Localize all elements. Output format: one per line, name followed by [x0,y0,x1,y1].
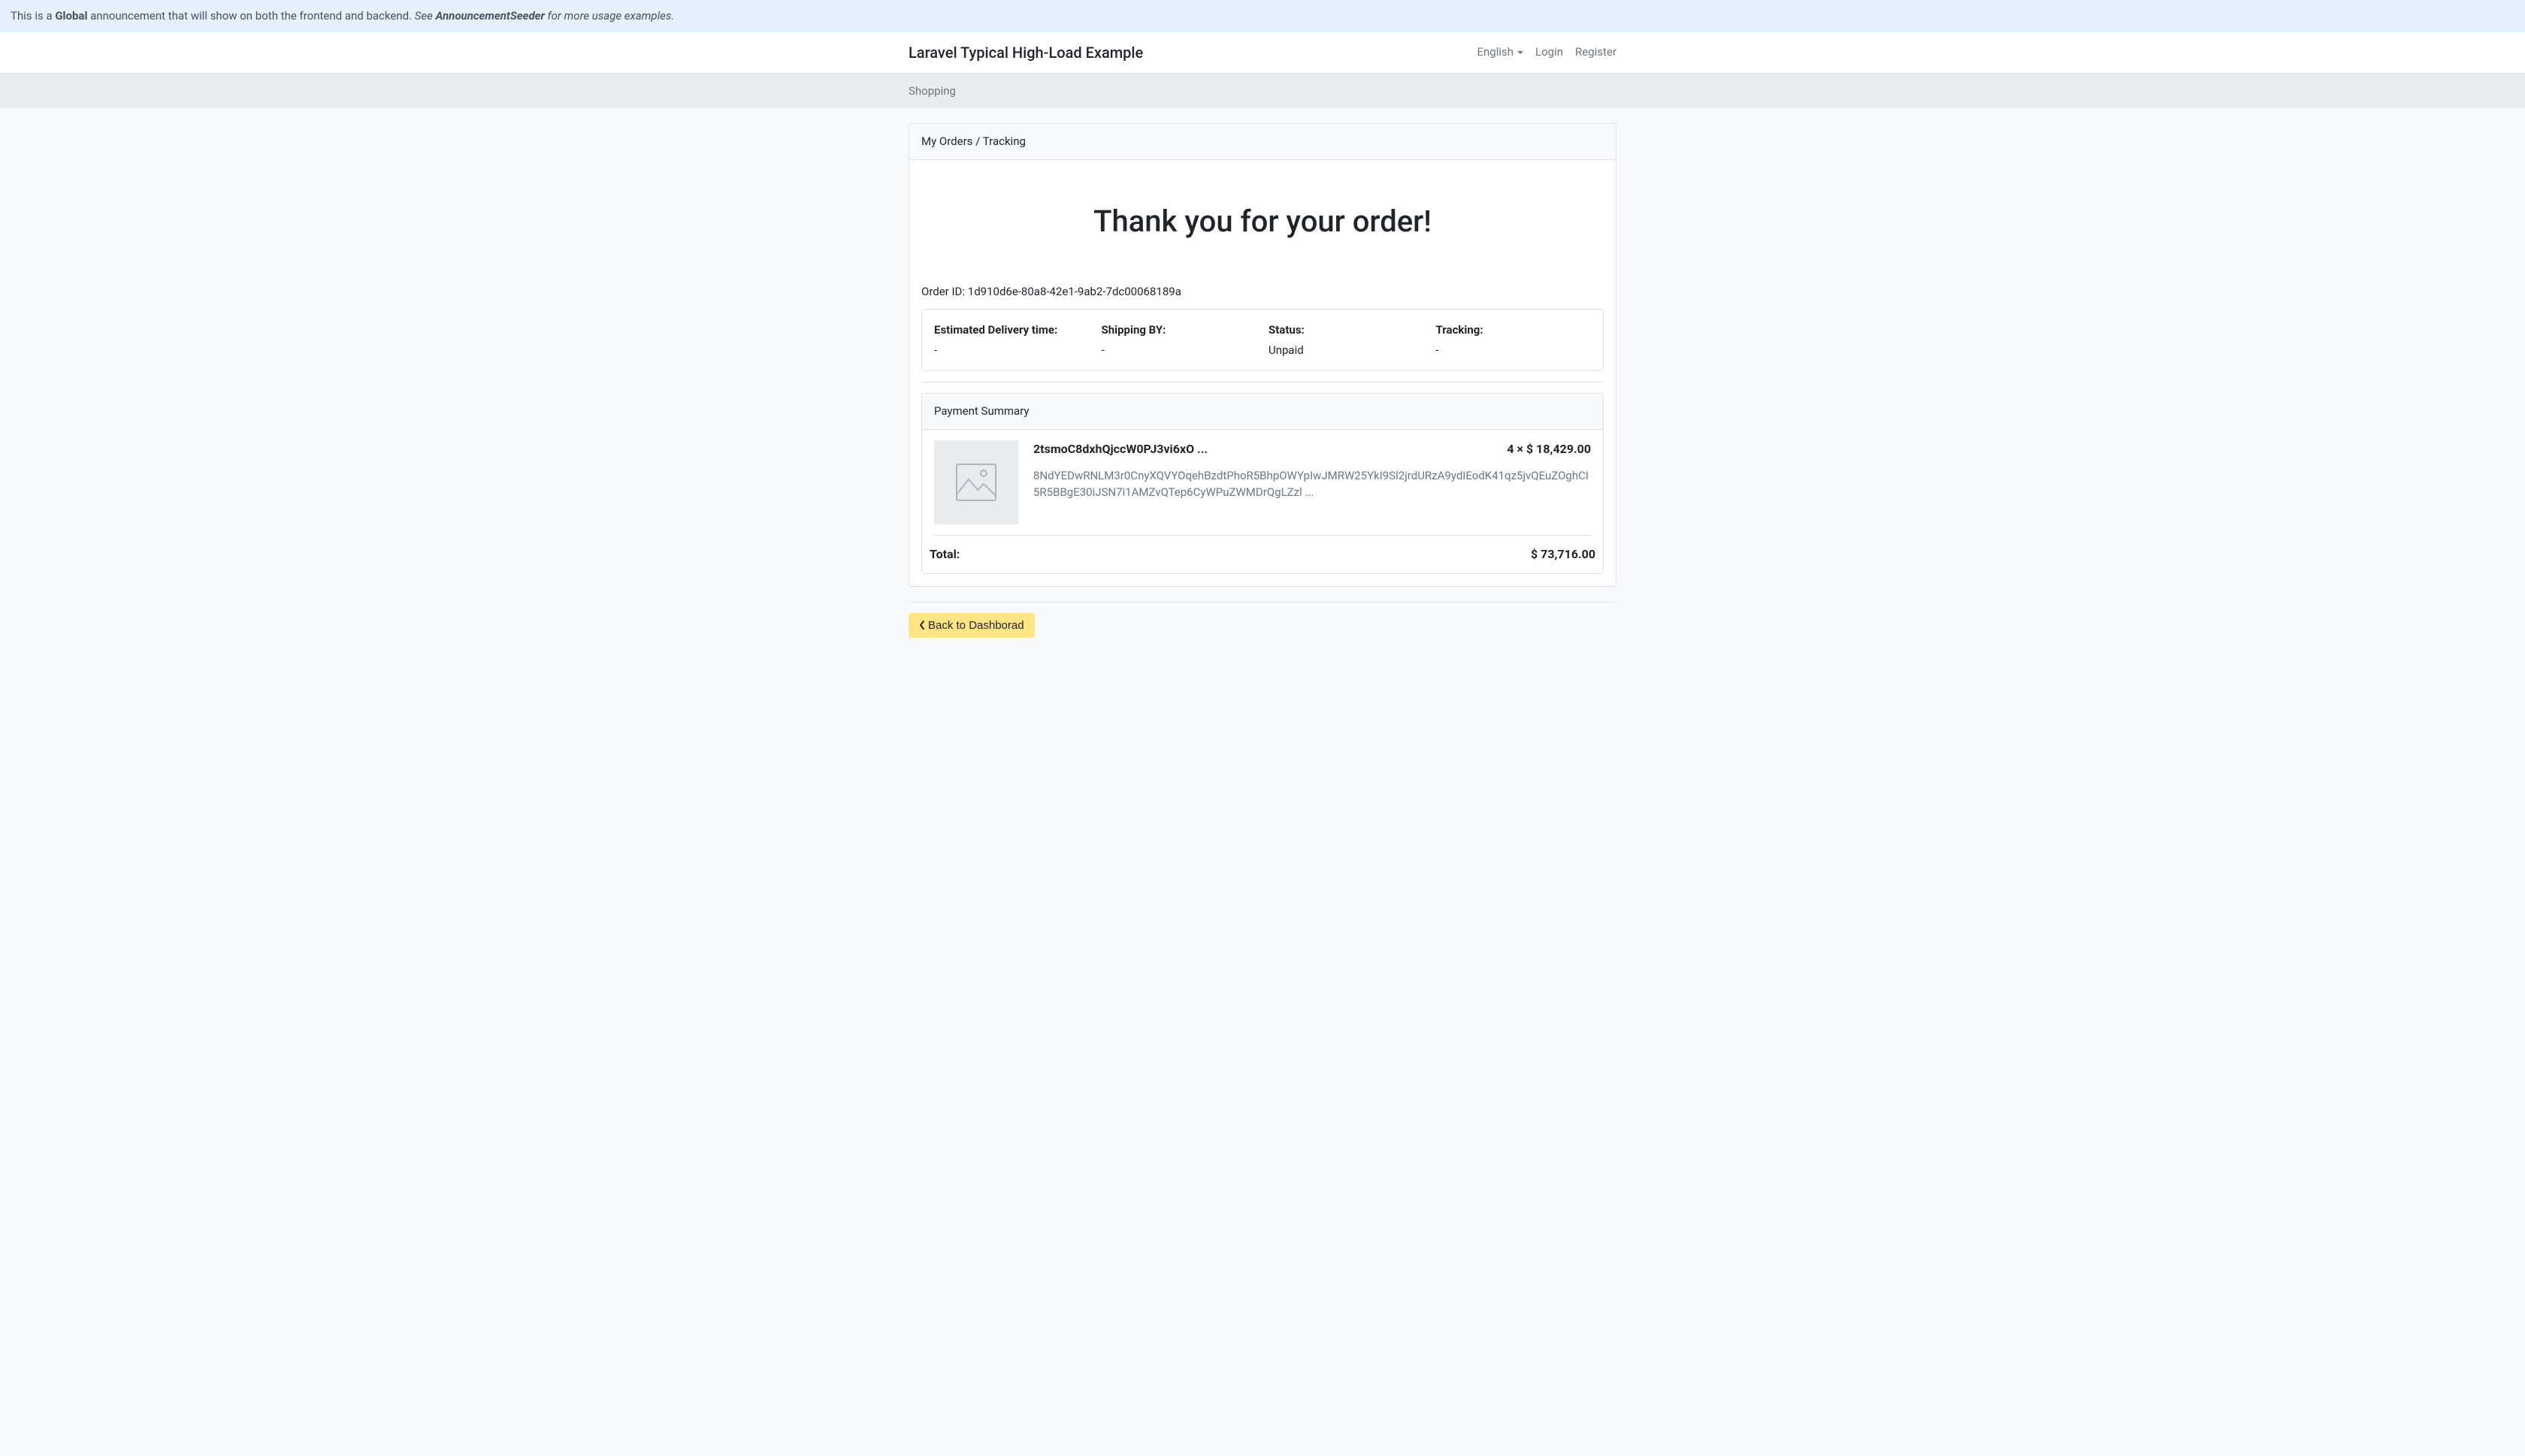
language-dropdown[interactable]: English [1477,44,1524,61]
login-link[interactable]: Login [1535,44,1563,61]
chevron-left-icon [919,620,925,630]
shipping-value: - [1102,342,1257,359]
order-id: Order ID: 1d910d6e-80a8-42e1-9ab2-7dc000… [921,283,1604,301]
announcement-em: See AnnouncementSeeder for more usage ex… [415,9,674,23]
navbar: Laravel Typical High-Load Example Englis… [0,32,2525,74]
payment-header: Payment Summary [922,394,1603,430]
back-to-dashboard-button[interactable]: Back to Dashborad [909,613,1035,638]
announcement-mid: announcement that will show on both the … [87,9,414,23]
delivery-col: Estimated Delivery time: - [934,322,1090,358]
back-button-label: Back to Dashborad [928,619,1024,632]
total-row: Total: $ 73,716.00 [922,536,1603,573]
thank-you-heading: Thank you for your order! [921,199,1604,244]
card-header: My Orders / Tracking [909,124,1616,160]
secondary-nav: Shopping [0,74,2525,109]
item-title: 2tsmoC8dxhQjccW0PJ3vi6xO ... [1033,440,1208,458]
delivery-value: - [934,342,1090,359]
status-label: Status: [1269,322,1424,339]
shipping-label: Shipping BY: [1102,322,1257,339]
announcement-text: This is a [11,9,55,23]
announcement-bold: Global [55,9,87,23]
announcement-banner: This is a Global announcement that will … [0,0,2525,32]
tracking-label: Tracking: [1436,322,1592,339]
register-link[interactable]: Register [1575,44,1616,61]
tracking-col: Tracking: - [1436,322,1592,358]
total-value: $ 73,716.00 [1531,545,1595,563]
page-divider [909,602,1616,603]
status-col: Status: Unpaid [1269,322,1424,358]
shipping-col: Shipping BY: - [1102,322,1257,358]
item-price: 4 × $ 18,429.00 [1507,440,1591,458]
product-thumbnail [934,440,1018,524]
image-placeholder-icon [955,463,997,502]
shopping-link[interactable]: Shopping [909,84,956,98]
nav-right: English Login Register [1477,44,1617,61]
line-item: 2tsmoC8dxhQjccW0PJ3vi6xO ... 4 × $ 18,42… [922,430,1603,535]
caret-down-icon [1517,51,1523,54]
item-description: 8NdYEDwRNLM3r0CnyXQVYOqehBzdtPhoR5BhpOWY… [1033,467,1591,501]
total-label: Total: [930,545,960,563]
payment-summary-card: Payment Summary 2tsmoC8dxhQjccW0PJ3vi [921,393,1604,574]
tracking-value: - [1436,342,1592,359]
language-label: English [1477,44,1514,61]
delivery-label: Estimated Delivery time: [934,322,1090,339]
brand[interactable]: Laravel Typical High-Load Example [909,41,1143,64]
status-value: Unpaid [1269,342,1424,359]
order-info-box: Estimated Delivery time: - Shipping BY: … [921,309,1604,371]
order-card: My Orders / Tracking Thank you for your … [909,123,1616,587]
